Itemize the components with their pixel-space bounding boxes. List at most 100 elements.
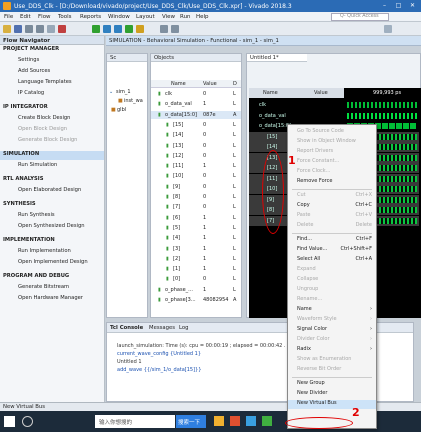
menu-item-new-divider[interactable]: New Divider: [288, 390, 376, 399]
redo-icon[interactable]: [36, 25, 44, 33]
menu-file[interactable]: File: [4, 14, 13, 20]
flow-item-run-implementation[interactable]: Run Implementation: [0, 248, 104, 257]
open-icon[interactable]: [3, 25, 11, 33]
object-row[interactable]: ▮ [15] 0 L: [151, 121, 241, 129]
quick-access-input[interactable]: Q- Quick Access: [331, 13, 389, 21]
object-row[interactable]: ▮ [14] 0 L: [151, 131, 241, 139]
close-icon[interactable]: ✕: [408, 2, 417, 10]
menu-item-show-as-enumeration[interactable]: Show as Enumeration: [288, 356, 376, 365]
menu-help[interactable]: Help: [196, 14, 209, 20]
save-icon[interactable]: [14, 25, 22, 33]
copy-icon[interactable]: [47, 25, 55, 33]
undo-icon[interactable]: [25, 25, 33, 33]
object-row[interactable]: ▮ [12] 0 L: [151, 152, 241, 160]
flow-item-create-block-design[interactable]: Create Block Design: [0, 115, 104, 124]
flow-section-simulation[interactable]: SIMULATION: [0, 151, 104, 160]
taskbar-search-button[interactable]: 搜索一下: [176, 415, 206, 428]
menu-item-signal-color[interactable]: Signal Color ›: [288, 326, 376, 335]
object-row[interactable]: ▮ [0] 0 L: [151, 275, 241, 283]
menu-item-cut[interactable]: Cut Ctrl+X: [288, 192, 376, 201]
object-row[interactable]: ▮ [10] 0 L: [151, 172, 241, 180]
flow-item-generate-bitstream[interactable]: Generate Bitstream: [0, 284, 104, 293]
menu-flow[interactable]: Flow: [38, 14, 51, 20]
taskbar-search-input[interactable]: 输入你想搜的: [95, 415, 175, 428]
menu-item-copy[interactable]: Copy Ctrl+C: [288, 202, 376, 211]
flow-item-open-elaborated-design[interactable]: Open Elaborated Design: [0, 187, 104, 196]
object-row[interactable]: ▮ [1] 1 L: [151, 265, 241, 273]
object-row[interactable]: ▮ [9] 0 L: [151, 183, 241, 191]
object-row[interactable]: ▮ [4] 1 L: [151, 234, 241, 242]
scope-item[interactable]: ■ inst_wa: [109, 97, 147, 105]
taskbar-app-icon[interactable]: [262, 416, 272, 426]
flow-section-implementation[interactable]: IMPLEMENTATION: [0, 237, 104, 246]
flow-item-ip-catalog[interactable]: IP Catalog: [0, 90, 104, 99]
menu-item-name[interactable]: Name ›: [288, 306, 376, 315]
object-row[interactable]: ▮ [8] 0 L: [151, 193, 241, 201]
settings-icon[interactable]: [160, 25, 168, 33]
object-row[interactable]: ▮ [11] 1 L: [151, 162, 241, 170]
delete-icon[interactable]: [58, 25, 66, 33]
taskbar-search-icon[interactable]: [22, 416, 33, 427]
step-icon[interactable]: [103, 25, 111, 33]
flow-item-open-implemented-design[interactable]: Open Implemented Design: [0, 259, 104, 268]
object-row[interactable]: ▮ [13] 0 L: [151, 142, 241, 150]
object-row[interactable]: ▮ [7] 0 L: [151, 203, 241, 211]
object-row[interactable]: ▮ [5] 1 L: [151, 224, 241, 232]
tab-messages[interactable]: Messages: [149, 325, 175, 331]
minimize-icon[interactable]: –: [380, 2, 389, 10]
flow-section-ip-integrator[interactable]: IP INTEGRATOR: [0, 104, 104, 113]
flow-section-project-manager[interactable]: PROJECT MANAGER: [0, 46, 104, 55]
menu-run[interactable]: Run: [180, 14, 191, 20]
flow-item-open-hardware-manager[interactable]: Open Hardware Manager: [0, 295, 104, 304]
run-icon[interactable]: [92, 25, 100, 33]
menu-item-waveform-style[interactable]: Waveform Style ›: [288, 316, 376, 325]
menu-item-report-drivers[interactable]: Report Drivers: [288, 148, 376, 157]
menu-tools[interactable]: Tools: [58, 14, 72, 20]
taskbar-app-icon[interactable]: [214, 416, 224, 426]
menu-item-delete[interactable]: Delete Delete: [288, 222, 376, 231]
menu-item-select-all[interactable]: Select All Ctrl+A: [288, 256, 376, 265]
menu-item-new-virtual-bus[interactable]: New Virtual Bus: [288, 400, 376, 409]
object-row[interactable]: ▮ o_phase[3... 48082954 A: [151, 296, 241, 304]
tab-log[interactable]: Log: [179, 325, 188, 331]
object-row[interactable]: ▮ o_data_val 1 L: [151, 100, 241, 108]
object-row[interactable]: ▮ [2] 1 L: [151, 255, 241, 263]
flow-item-open-synthesized-design[interactable]: Open Synthesized Design: [0, 223, 104, 232]
object-row[interactable]: ▮ o_data[15:0] 087e A: [151, 110, 241, 119]
flow-item-run-synthesis[interactable]: Run Synthesis: [0, 212, 104, 221]
layout-icon[interactable]: [384, 25, 392, 33]
flow-item-open-block-design[interactable]: Open Block Design: [0, 126, 104, 135]
menu-window[interactable]: Window: [108, 14, 130, 20]
menu-item-collapse[interactable]: Collapse: [288, 276, 376, 285]
flow-section-program-and-debug[interactable]: PROGRAM AND DEBUG: [0, 273, 104, 282]
menu-item-remove-force[interactable]: Remove Force: [288, 178, 376, 187]
menu-reports[interactable]: Reports: [80, 14, 101, 20]
menu-item-show-in-object-window[interactable]: Show in Object Window: [288, 138, 376, 147]
flow-item-run-simulation[interactable]: Run Simulation: [0, 162, 104, 171]
menu-item-go-to-source-code[interactable]: Go To Source Code: [288, 128, 376, 137]
flow-section-rtl-analysis[interactable]: RTL ANALYSIS: [0, 176, 104, 185]
object-row[interactable]: ▮ [3] 1 L: [151, 245, 241, 253]
break-icon[interactable]: [136, 25, 144, 33]
menu-item-find[interactable]: Find... Ctrl+F: [288, 236, 376, 245]
menu-layout[interactable]: Layout: [136, 14, 155, 20]
wave-row[interactable]: clk: [249, 100, 419, 110]
object-row[interactable]: ▮ clk 0 L: [151, 90, 241, 98]
flow-section-synthesis[interactable]: SYNTHESIS: [0, 201, 104, 210]
menu-item-ungroup[interactable]: Ungroup: [288, 286, 376, 295]
menu-item-force-constant[interactable]: Force Constant...: [288, 158, 376, 167]
menu-item-find-value[interactable]: Find Value... Ctrl+Shift+F: [288, 246, 376, 255]
wave-tab[interactable]: Untitled 1*: [247, 54, 307, 62]
object-row[interactable]: ▮ [6] 1 L: [151, 214, 241, 222]
taskbar-app-icon[interactable]: [230, 416, 240, 426]
restart-icon[interactable]: [114, 25, 122, 33]
scope-item[interactable]: ■ glbl: [109, 106, 147, 114]
flow-item-add-sources[interactable]: Add Sources: [0, 68, 104, 77]
menu-item-divider-color[interactable]: Divider Color ›: [288, 336, 376, 345]
flow-item-settings[interactable]: Settings: [0, 57, 104, 66]
menu-item-new-group[interactable]: New Group: [288, 380, 376, 389]
menu-item-reverse-bit-order[interactable]: Reverse Bit Order: [288, 366, 376, 375]
menu-edit[interactable]: Edit: [20, 14, 31, 20]
sigma-icon[interactable]: [171, 25, 179, 33]
menu-item-radix[interactable]: Radix ›: [288, 346, 376, 355]
